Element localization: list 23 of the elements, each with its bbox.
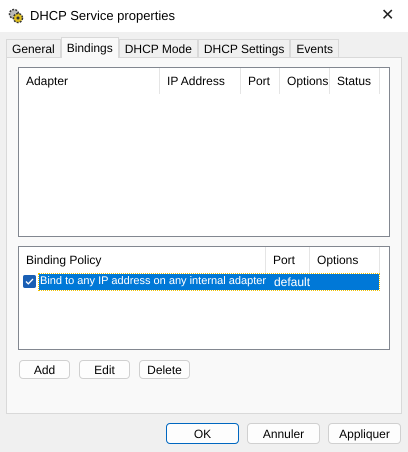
dialog-button[interactable]: Appliquer <box>328 423 401 444</box>
tab[interactable]: DHCP Mode <box>118 39 198 57</box>
adapter-list[interactable]: Adapter IP Address Port Options Status <box>18 67 390 237</box>
list-row[interactable]: Bind to any IP address on any internal adapter default <box>39 274 379 290</box>
tab[interactable]: Events <box>290 39 340 57</box>
window-title: DHCP Service properties <box>30 7 176 26</box>
list-button[interactable]: Add <box>19 360 70 379</box>
column-header[interactable]: Adapter <box>19 68 160 94</box>
checkbox[interactable] <box>23 275 36 288</box>
column-header[interactable]: Port <box>241 68 280 94</box>
list-button[interactable]: Edit <box>79 360 130 379</box>
column-header[interactable]: IP Address <box>160 68 241 94</box>
binding-policy-list[interactable]: Binding Policy Port Options Bind to any IP address on any internal adapter default <box>18 246 390 350</box>
list-button[interactable]: Delete <box>139 360 190 379</box>
column-header[interactable]: Options <box>280 68 330 94</box>
gear-icon <box>8 8 24 24</box>
dialog-button[interactable]: OK <box>166 423 239 444</box>
tab[interactable]: General <box>6 39 61 57</box>
dialog-button[interactable]: Annuler <box>247 423 320 444</box>
column-header[interactable]: Status <box>330 68 380 94</box>
tab[interactable]: Bindings <box>60 37 119 58</box>
close-button[interactable]: ✕ <box>375 8 400 24</box>
tab[interactable]: DHCP Settings <box>198 39 290 57</box>
